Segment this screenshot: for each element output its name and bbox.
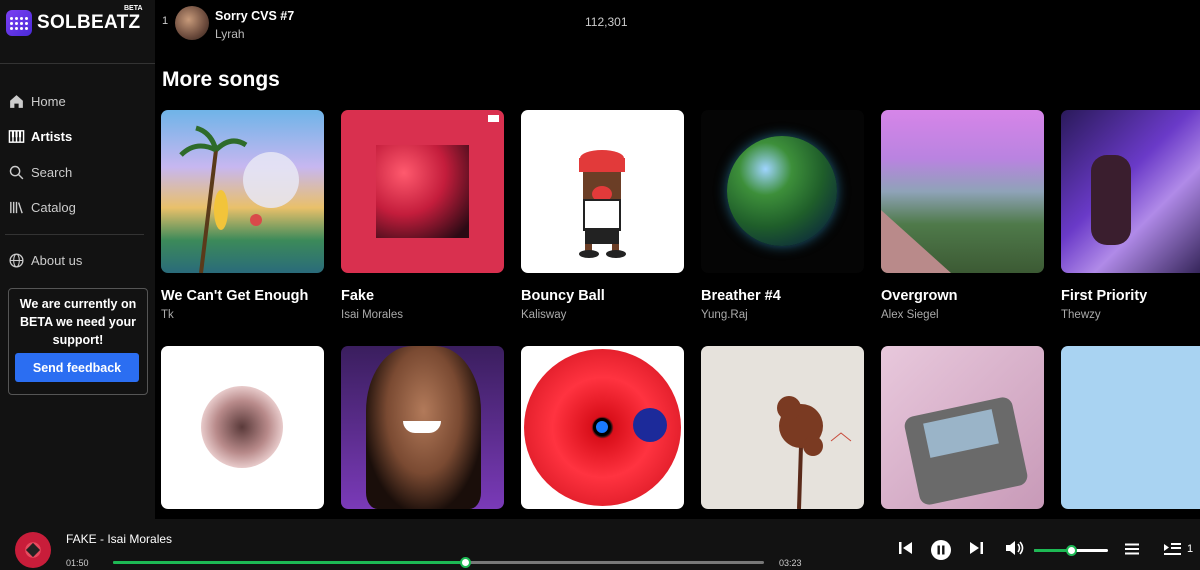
- song-title[interactable]: We Can't Get Enough: [161, 288, 324, 304]
- song-cover[interactable]: [521, 110, 684, 273]
- brand-name: SOLBEATZ: [37, 12, 141, 33]
- now-playing-artwork[interactable]: [15, 532, 51, 568]
- player-bar: FAKE - Isai Morales 01:50 03:23 1: [0, 519, 1200, 570]
- song-cover[interactable]: [341, 346, 504, 509]
- song-card[interactable]: [341, 346, 504, 509]
- divider: [0, 63, 155, 64]
- track-artist[interactable]: Lyrah: [215, 27, 245, 41]
- nav-item-about[interactable]: About us: [8, 252, 82, 269]
- library-icon: [10, 201, 23, 214]
- logo[interactable]: SOLBEATZ BETA: [6, 5, 143, 36]
- sidebar: SOLBEATZ BETA Home Artists Search Catalo…: [0, 0, 155, 519]
- beta-notice: We are currently on BETA we need your su…: [8, 288, 148, 395]
- seek-bar[interactable]: [113, 557, 764, 568]
- nav-label: Search: [31, 165, 73, 180]
- song-card[interactable]: [881, 346, 1044, 509]
- song-cover[interactable]: [161, 346, 324, 509]
- section-title: More songs: [162, 68, 280, 91]
- song-card[interactable]: First Priority Thewzy: [1061, 110, 1200, 321]
- nav-item-home[interactable]: Home: [8, 93, 66, 110]
- current-time: 01:50: [66, 558, 89, 568]
- song-card[interactable]: Breather #4 Yung.Raj: [701, 110, 864, 321]
- song-title[interactable]: Breather #4: [701, 288, 864, 304]
- track-index: 1: [162, 15, 169, 27]
- globe-icon: [9, 253, 24, 268]
- song-artist[interactable]: Alex Siegel: [881, 309, 1044, 321]
- home-icon: [10, 95, 23, 108]
- song-cover[interactable]: [881, 110, 1044, 273]
- song-title[interactable]: Overgrown: [881, 288, 1044, 304]
- seek-progress: [113, 561, 465, 564]
- nav-label: About us: [31, 253, 83, 268]
- queue-count: 1: [1187, 543, 1194, 555]
- song-cover[interactable]: [161, 110, 324, 273]
- song-artist[interactable]: Thewzy: [1061, 309, 1200, 321]
- song-card[interactable]: Overgrown Alex Siegel: [881, 110, 1044, 321]
- song-cover[interactable]: [1061, 110, 1200, 273]
- song-card[interactable]: Bouncy Ball Kalisway: [521, 110, 684, 321]
- song-artist[interactable]: Kalisway: [521, 309, 684, 321]
- song-card[interactable]: [1061, 346, 1200, 509]
- queue-icon[interactable]: [1162, 540, 1182, 558]
- song-cover[interactable]: [881, 346, 1044, 509]
- song-cover[interactable]: [521, 346, 684, 509]
- song-title[interactable]: First Priority: [1061, 288, 1200, 304]
- song-cover[interactable]: [341, 110, 504, 273]
- menu-icon[interactable]: [1124, 541, 1140, 557]
- song-artist[interactable]: Yung.Raj: [701, 309, 864, 321]
- previous-icon[interactable]: [897, 539, 915, 557]
- piano-icon: [8, 130, 25, 143]
- volume-slider[interactable]: [1034, 545, 1108, 556]
- divider: [5, 234, 144, 235]
- song-cover[interactable]: [1061, 346, 1200, 509]
- song-artist[interactable]: Tk: [161, 309, 324, 321]
- beta-badge: BETA: [124, 5, 143, 12]
- beta-message: We are currently on BETA we need your su…: [19, 297, 137, 347]
- song-card[interactable]: [701, 346, 864, 509]
- song-cover[interactable]: [701, 110, 864, 273]
- send-feedback-button[interactable]: Send feedback: [15, 353, 139, 382]
- now-playing-title[interactable]: FAKE - Isai Morales: [66, 532, 172, 546]
- nav-item-catalog[interactable]: Catalog: [8, 199, 76, 216]
- next-icon[interactable]: [967, 539, 985, 557]
- nav-label: Artists: [31, 129, 73, 144]
- nav-item-search[interactable]: Search: [8, 164, 72, 181]
- nav-label: Catalog: [31, 200, 76, 215]
- logo-icon: [6, 10, 32, 36]
- song-title[interactable]: Bouncy Ball: [521, 288, 684, 304]
- volume-handle[interactable]: [1066, 545, 1077, 556]
- nav-item-artists[interactable]: Artists: [8, 128, 72, 145]
- song-card[interactable]: Fake Isai Morales: [341, 110, 504, 321]
- search-icon: [9, 165, 24, 180]
- track-artwork: [175, 6, 209, 40]
- song-artist[interactable]: Isai Morales: [341, 309, 504, 321]
- song-title[interactable]: Fake: [341, 288, 504, 304]
- pause-icon[interactable]: [931, 540, 951, 560]
- nav-label: Home: [31, 94, 66, 109]
- volume-icon[interactable]: [1004, 539, 1024, 557]
- track-title: Sorry CVS #7: [215, 9, 295, 23]
- song-card[interactable]: [521, 346, 684, 509]
- song-cover[interactable]: [701, 346, 864, 509]
- duration: 03:23: [779, 558, 802, 568]
- song-card[interactable]: [161, 346, 324, 509]
- song-card[interactable]: We Can't Get Enough Tk: [161, 110, 324, 321]
- seek-handle[interactable]: [459, 557, 471, 568]
- track-plays: 112,301: [585, 15, 628, 29]
- track-row[interactable]: 1 Sorry CVS #7 Lyrah 112,301: [155, 0, 1200, 50]
